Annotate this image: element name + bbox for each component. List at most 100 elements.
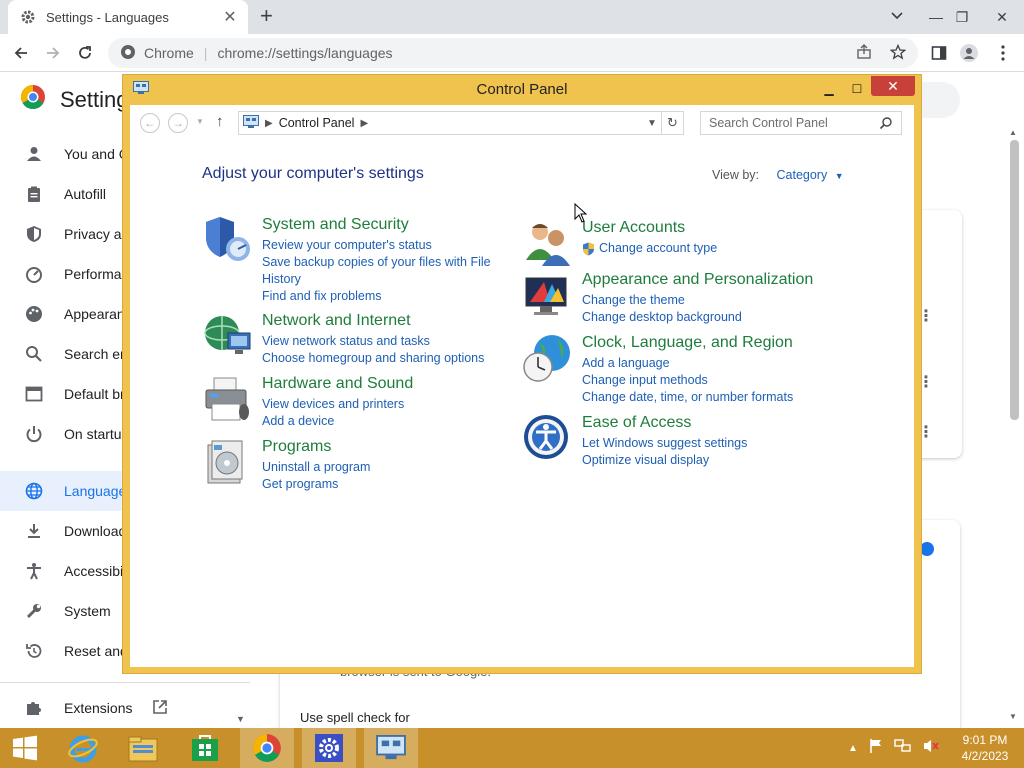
category-title[interactable]: Programs bbox=[262, 437, 370, 457]
printer-icon[interactable] bbox=[202, 374, 254, 426]
side-panel-icon[interactable] bbox=[926, 40, 952, 66]
address-box[interactable]: ▶ Control Panel ▶ ▼ bbox=[238, 111, 662, 135]
chevron-right-icon[interactable]: ▶ bbox=[360, 118, 368, 129]
clock-date: 4/2/2023 bbox=[961, 749, 1009, 763]
link-change-theme[interactable]: Change the theme bbox=[582, 292, 813, 309]
show-hidden-icons-icon[interactable]: ▲ bbox=[848, 743, 858, 754]
category-title[interactable]: Appearance and Personalization bbox=[582, 270, 813, 290]
taskbar-clock[interactable]: 9:01 PM 4/2/2023 bbox=[952, 732, 1018, 764]
network-globe-icon[interactable] bbox=[202, 311, 254, 363]
forward-button[interactable] bbox=[40, 40, 66, 66]
forward-button[interactable]: → bbox=[168, 113, 188, 133]
category-ease-of-access: Ease of Access Let Windows suggest setti… bbox=[522, 413, 747, 469]
action-center-flag-icon[interactable] bbox=[868, 738, 884, 759]
control-panel-window: Control Panel ▁ ☐ ✕ ← → ▼ ↑ ▶ Control Pa… bbox=[122, 74, 922, 674]
bookmark-star-icon[interactable] bbox=[889, 43, 907, 63]
address-dropdown-icon[interactable]: ▼ bbox=[643, 112, 661, 134]
category-title[interactable]: Network and Internet bbox=[262, 311, 484, 331]
category-title[interactable]: Clock, Language, and Region bbox=[582, 333, 793, 353]
category-title[interactable]: Hardware and Sound bbox=[262, 374, 413, 394]
volume-muted-icon[interactable] bbox=[922, 738, 940, 759]
link-change-account-type[interactable]: Change account type bbox=[582, 240, 717, 257]
url-text: chrome://settings/languages bbox=[217, 45, 393, 61]
scrollbar-thumb[interactable] bbox=[1010, 140, 1019, 420]
caret-down-icon[interactable]: ▼ bbox=[835, 171, 844, 181]
close-button[interactable]: ✕ bbox=[871, 76, 915, 96]
sidebar-item-label: On startup bbox=[64, 426, 130, 442]
view-by-dropdown[interactable]: Category bbox=[777, 168, 828, 182]
minimize-button[interactable]: ▁ bbox=[817, 79, 841, 99]
store-icon[interactable] bbox=[178, 728, 232, 768]
link-homegroup-sharing[interactable]: Choose homegroup and sharing options bbox=[262, 350, 484, 367]
file-explorer-icon[interactable] bbox=[116, 728, 170, 768]
link-desktop-background[interactable]: Change desktop background bbox=[582, 309, 813, 326]
uac-shield-icon bbox=[583, 242, 594, 255]
clock-globe-icon[interactable] bbox=[522, 333, 574, 385]
link-get-programs[interactable]: Get programs bbox=[262, 476, 370, 493]
link-save-backup[interactable]: Save backup copies of your files with Fi… bbox=[262, 254, 491, 271]
page-title: Adjust your computer's settings bbox=[202, 165, 424, 182]
toggle-switch[interactable] bbox=[920, 542, 934, 556]
sidebar-item-extensions[interactable]: Extensions bbox=[0, 688, 250, 728]
menu-kebab-icon[interactable] bbox=[990, 40, 1016, 66]
link-add-device[interactable]: Add a device bbox=[262, 413, 413, 430]
search-icon[interactable] bbox=[879, 116, 893, 133]
sidebar-scroll-down-icon[interactable]: ▼ bbox=[236, 714, 245, 724]
link-review-status[interactable]: Review your computer's status bbox=[262, 237, 491, 254]
link-uninstall-program[interactable]: Uninstall a program bbox=[262, 459, 370, 476]
recent-pages-chevron-icon[interactable]: ▼ bbox=[196, 117, 204, 126]
accessibility-icon bbox=[24, 561, 44, 581]
link-optimize-visual-display[interactable]: Optimize visual display bbox=[582, 452, 747, 469]
programs-icon[interactable] bbox=[202, 437, 254, 489]
restore-button[interactable]: ❐ bbox=[946, 0, 978, 34]
person-icon bbox=[24, 144, 44, 164]
up-arrow-icon[interactable]: ↑ bbox=[216, 113, 224, 130]
link-input-methods[interactable]: Change input methods bbox=[582, 372, 793, 389]
category-title[interactable]: User Accounts bbox=[582, 218, 717, 238]
back-button[interactable]: ← bbox=[140, 113, 160, 133]
control-panel-icon bbox=[243, 114, 259, 132]
link-add-language[interactable]: Add a language bbox=[582, 355, 793, 372]
monitor-colors-icon[interactable] bbox=[522, 270, 574, 322]
category-title[interactable]: Ease of Access bbox=[582, 413, 747, 433]
control-panel-taskbar-icon[interactable] bbox=[364, 728, 418, 768]
settings-app-icon[interactable] bbox=[302, 728, 356, 768]
reload-button[interactable] bbox=[72, 40, 98, 66]
address-path[interactable]: Control Panel bbox=[279, 116, 355, 130]
page-scrollbar[interactable]: ▲ ▼ bbox=[1006, 128, 1022, 728]
link-find-fix-problems[interactable]: Find and fix problems bbox=[262, 288, 491, 305]
tab-title: Settings - Languages bbox=[46, 9, 169, 25]
close-window-button[interactable]: ✕ bbox=[986, 0, 1018, 34]
restore-icon bbox=[24, 641, 44, 661]
internet-explorer-icon[interactable] bbox=[56, 728, 110, 768]
shield-icon bbox=[24, 224, 44, 244]
ease-of-access-icon[interactable] bbox=[522, 413, 574, 465]
refresh-button[interactable]: ↻ bbox=[662, 111, 684, 135]
address-bar[interactable]: Chrome | chrome://settings/languages bbox=[108, 38, 918, 68]
network-icon[interactable] bbox=[894, 738, 912, 759]
link-windows-suggest-settings[interactable]: Let Windows suggest settings bbox=[582, 435, 747, 452]
link-save-backup-continued[interactable]: History bbox=[262, 271, 491, 288]
security-shield-icon[interactable] bbox=[202, 215, 254, 267]
window-titlebar[interactable]: Control Panel ▁ ☐ ✕ bbox=[123, 75, 921, 103]
mouse-cursor-icon bbox=[574, 202, 588, 228]
chrome-taskbar-icon[interactable] bbox=[240, 728, 294, 768]
new-tab-button[interactable]: + bbox=[260, 4, 273, 28]
share-icon[interactable] bbox=[856, 43, 872, 63]
chevron-right-icon[interactable]: ▶ bbox=[265, 118, 273, 129]
link-date-time-formats[interactable]: Change date, time, or number formats bbox=[582, 389, 793, 406]
category-title[interactable]: System and Security bbox=[262, 215, 491, 235]
link-devices-printers[interactable]: View devices and printers bbox=[262, 396, 413, 413]
start-button[interactable] bbox=[0, 728, 50, 768]
maximize-button[interactable]: ☐ bbox=[845, 79, 869, 99]
search-icon bbox=[24, 344, 44, 364]
chevron-down-icon[interactable] bbox=[890, 8, 904, 27]
puzzle-icon bbox=[24, 698, 44, 718]
tab-settings[interactable]: Settings - Languages ✕ bbox=[8, 0, 248, 34]
search-input[interactable]: Search Control Panel bbox=[700, 111, 902, 135]
back-button[interactable] bbox=[8, 40, 34, 66]
link-network-status[interactable]: View network status and tasks bbox=[262, 333, 484, 350]
users-icon[interactable] bbox=[522, 218, 574, 270]
close-tab-icon[interactable]: ✕ bbox=[222, 7, 238, 27]
profile-avatar-icon[interactable] bbox=[956, 40, 982, 66]
